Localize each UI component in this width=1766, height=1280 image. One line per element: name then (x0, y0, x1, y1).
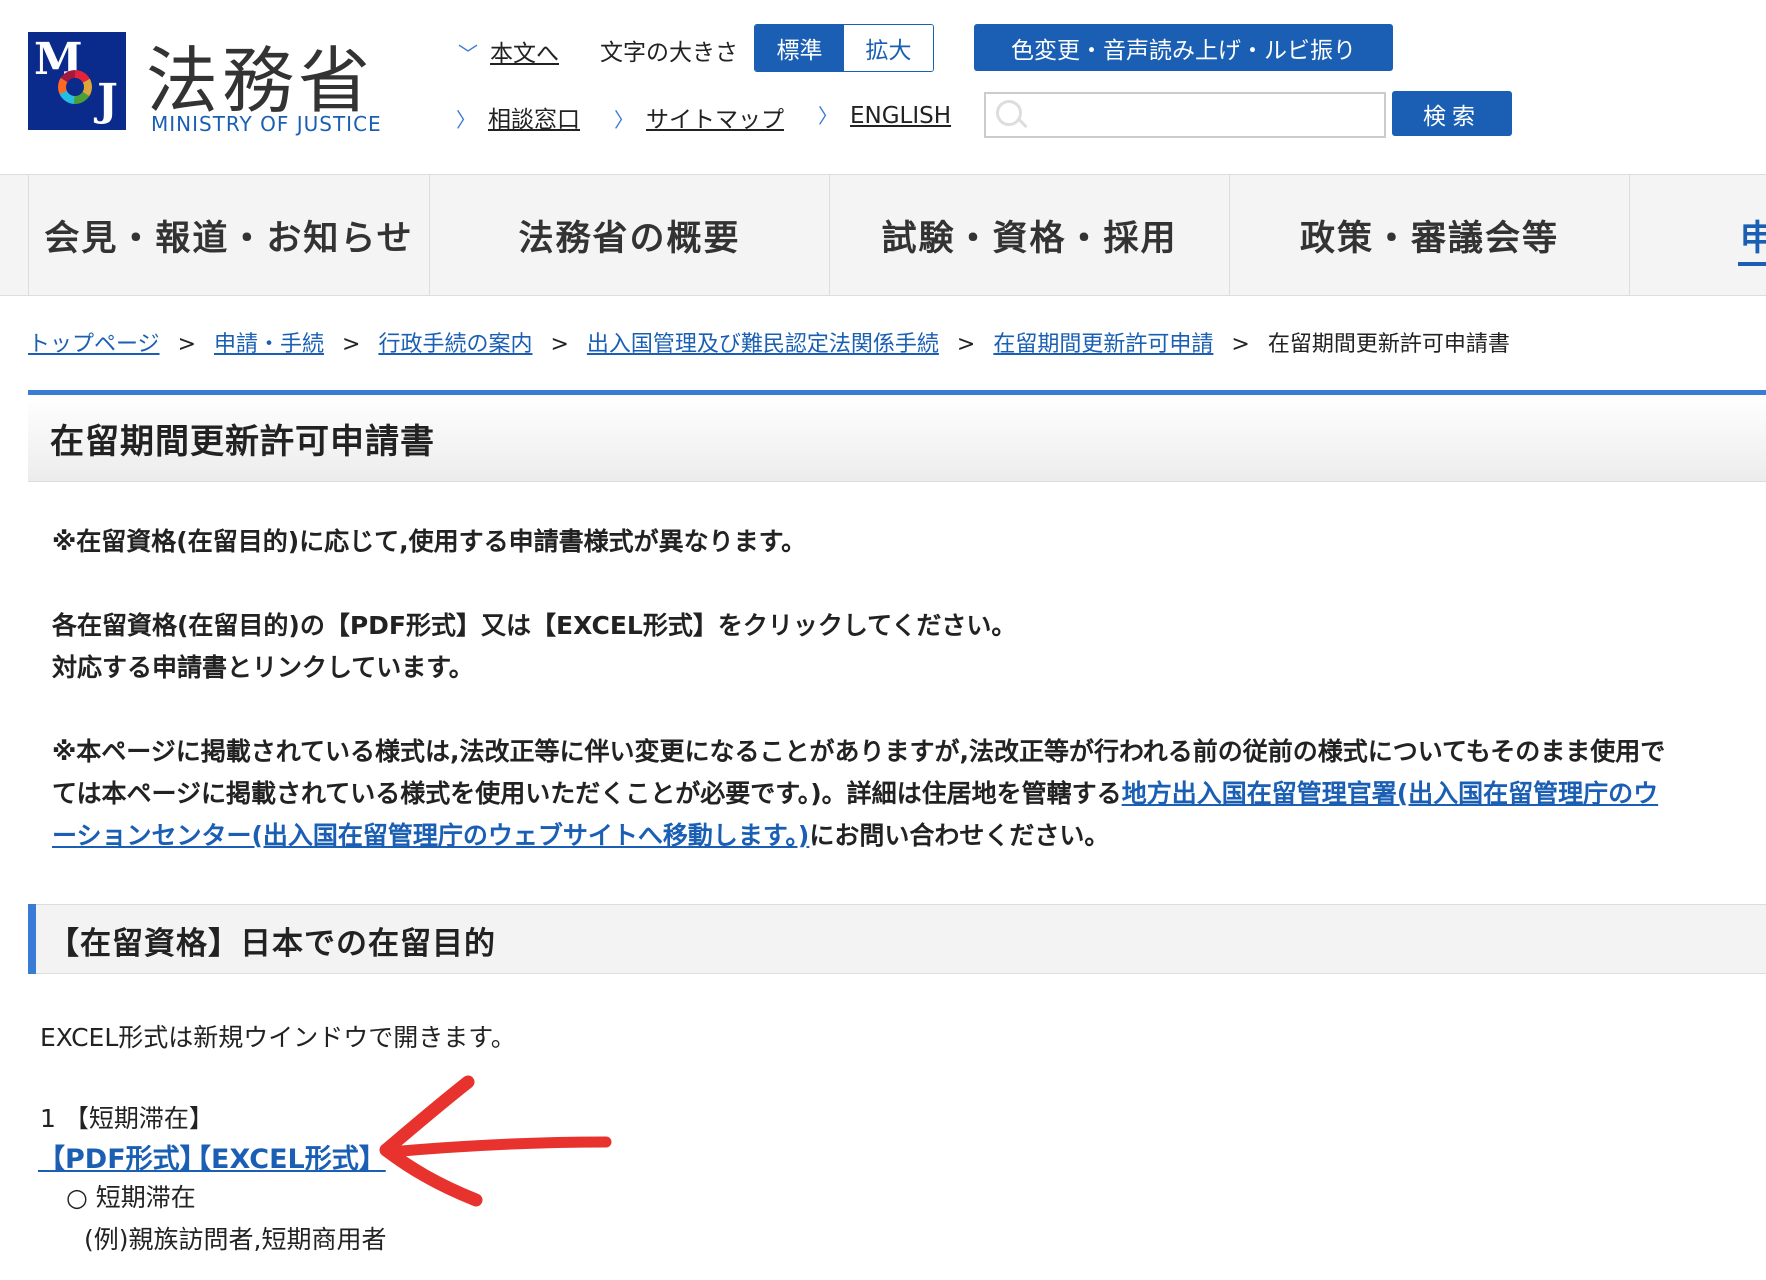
main-nav: 会見・報道・お知らせ 法務省の概要 試験・資格・採用 政策・審議会等 申 (0, 174, 1766, 296)
excel-window-note: EXCEL形式は新規ウインドウで開きます。 (40, 1023, 516, 1052)
note-revision-line2: ては本ページに掲載されている様式を使用いただくことが必要です。)。詳細は住居地を… (52, 774, 1658, 810)
breadcrumb-current: 在留期間更新許可申請書 (1267, 332, 1510, 357)
breadcrumb-link-applications[interactable]: 申請・手続 (214, 332, 324, 357)
arrow-shaft (384, 1136, 612, 1158)
page-title: 在留期間更新許可申請書 (50, 422, 435, 462)
note-contact-text: にお問い合わせください。 (809, 821, 1110, 850)
note-click-instruction: 各在留資格(在留目的)の【PDF形式】又は【EXCEL形式】をクリックしてくださ… (52, 611, 1017, 640)
site-subtitle: MINISTRY OF JUSTICE (151, 112, 382, 136)
item-example: (例)親族訪問者,短期商用者 (84, 1225, 387, 1254)
information-center-link[interactable]: ーションセンター(出入国在留管理庁のウェブサイトへ移動します。) (52, 821, 809, 850)
font-size-label: 文字の大きさ (600, 40, 738, 66)
search-icon (996, 100, 1022, 126)
item-heading: 1 【短期滞在】 (40, 1099, 214, 1135)
circle-bullet-icon: ○ (66, 1183, 88, 1212)
english-link[interactable]: 〉 ENGLISH (818, 100, 951, 129)
breadcrumb-link-immigration[interactable]: 出入国管理及び難民認定法関係手続 (587, 332, 939, 357)
chevron-right-icon: 〉 (818, 104, 838, 128)
sitemap-label: サイトマップ (646, 107, 784, 133)
consult-link[interactable]: 〉相談窓口 (456, 100, 580, 134)
pdf-form-link[interactable]: 【PDF形式】 (38, 1137, 207, 1176)
skip-to-content-label: 本文へ (490, 41, 559, 67)
breadcrumb: トップページ > 申請・手続 > 行政手続の案内 > 出入国管理及び難民認定法関係手続 > 在留… (28, 326, 1510, 358)
section-accent-bar (28, 904, 36, 974)
font-size-toggle: 標準 拡大 (754, 24, 934, 72)
search-button[interactable]: 検索 (1392, 91, 1512, 136)
font-size-standard-button[interactable]: 標準 (755, 25, 844, 71)
chevron-right-icon: 〉 (456, 108, 476, 132)
item-title: 【短期滞在】 (63, 1104, 214, 1133)
moj-logo[interactable]: M J (28, 32, 126, 130)
sitemap-link[interactable]: 〉サイトマップ (614, 100, 784, 134)
english-label: ENGLISH (850, 103, 952, 129)
section-title: 【在留資格】日本での在留目的 (48, 926, 496, 962)
item-status-name: 短期滞在 (95, 1183, 196, 1212)
breadcrumb-link-extension[interactable]: 在留期間更新許可申請 (993, 332, 1213, 357)
nav-item-policy[interactable]: 政策・審議会等 (1229, 175, 1629, 295)
note-revision-line1: ※本ページに掲載されている様式は,法改正等に伴い変更になることがありますが,法改… (52, 737, 1666, 766)
skip-to-content-link[interactable]: ﹀ 本文へ (458, 34, 559, 68)
nav-active-indicator (1738, 262, 1766, 266)
item-number: 1 (40, 1104, 56, 1133)
nav-item-overview[interactable]: 法務省の概要 (429, 175, 829, 295)
consult-label: 相談窓口 (488, 107, 580, 133)
note-form-varies: ※在留資格(在留目的)に応じて,使用する申請書様式が異なります。 (52, 527, 807, 556)
breadcrumb-link-top[interactable]: トップページ (28, 332, 160, 357)
regional-office-link[interactable]: 地方出入国在留管理官署(出入国在留管理庁のウ (1122, 779, 1658, 808)
breadcrumb-separator: > (342, 332, 361, 357)
chevron-down-icon: ﹀ (458, 42, 478, 66)
excel-form-link[interactable]: 【EXCEL形式】 (184, 1137, 386, 1176)
breadcrumb-link-procedures[interactable]: 行政手続の案内 (378, 332, 532, 357)
item-status: ○ 短期滞在 (66, 1178, 196, 1214)
accessibility-button[interactable]: 色変更・音声読み上げ・ルビ振り (974, 24, 1393, 71)
nav-item-exams[interactable]: 試験・資格・採用 (829, 175, 1229, 295)
note-revision-text: ては本ページに掲載されている様式を使用いただくことが必要です。)。詳細は住居地を… (52, 779, 1122, 808)
sdgs-ring-icon (58, 70, 92, 104)
breadcrumb-separator: > (1231, 332, 1250, 357)
note-revision-line3: ーションセンター(出入国在留管理庁のウェブサイトへ移動します。)にお問い合わせく… (52, 816, 1109, 852)
note-linked: 対応する申請書とリンクしています。 (52, 653, 474, 682)
font-size-large-button[interactable]: 拡大 (844, 25, 933, 71)
nav-item-press[interactable]: 会見・報道・お知らせ (28, 175, 429, 295)
search-box (984, 92, 1386, 138)
arrow-head (379, 1075, 483, 1207)
breadcrumb-separator: > (956, 332, 976, 357)
nav-item-applications[interactable]: 申 (1629, 175, 1766, 295)
breadcrumb-separator: > (177, 332, 196, 357)
red-annotation-arrow-icon (379, 1075, 612, 1207)
breadcrumb-separator: > (550, 332, 569, 357)
chevron-right-icon: 〉 (614, 108, 634, 132)
search-input[interactable] (1030, 96, 1374, 134)
logo-letter-j: J (97, 75, 118, 126)
